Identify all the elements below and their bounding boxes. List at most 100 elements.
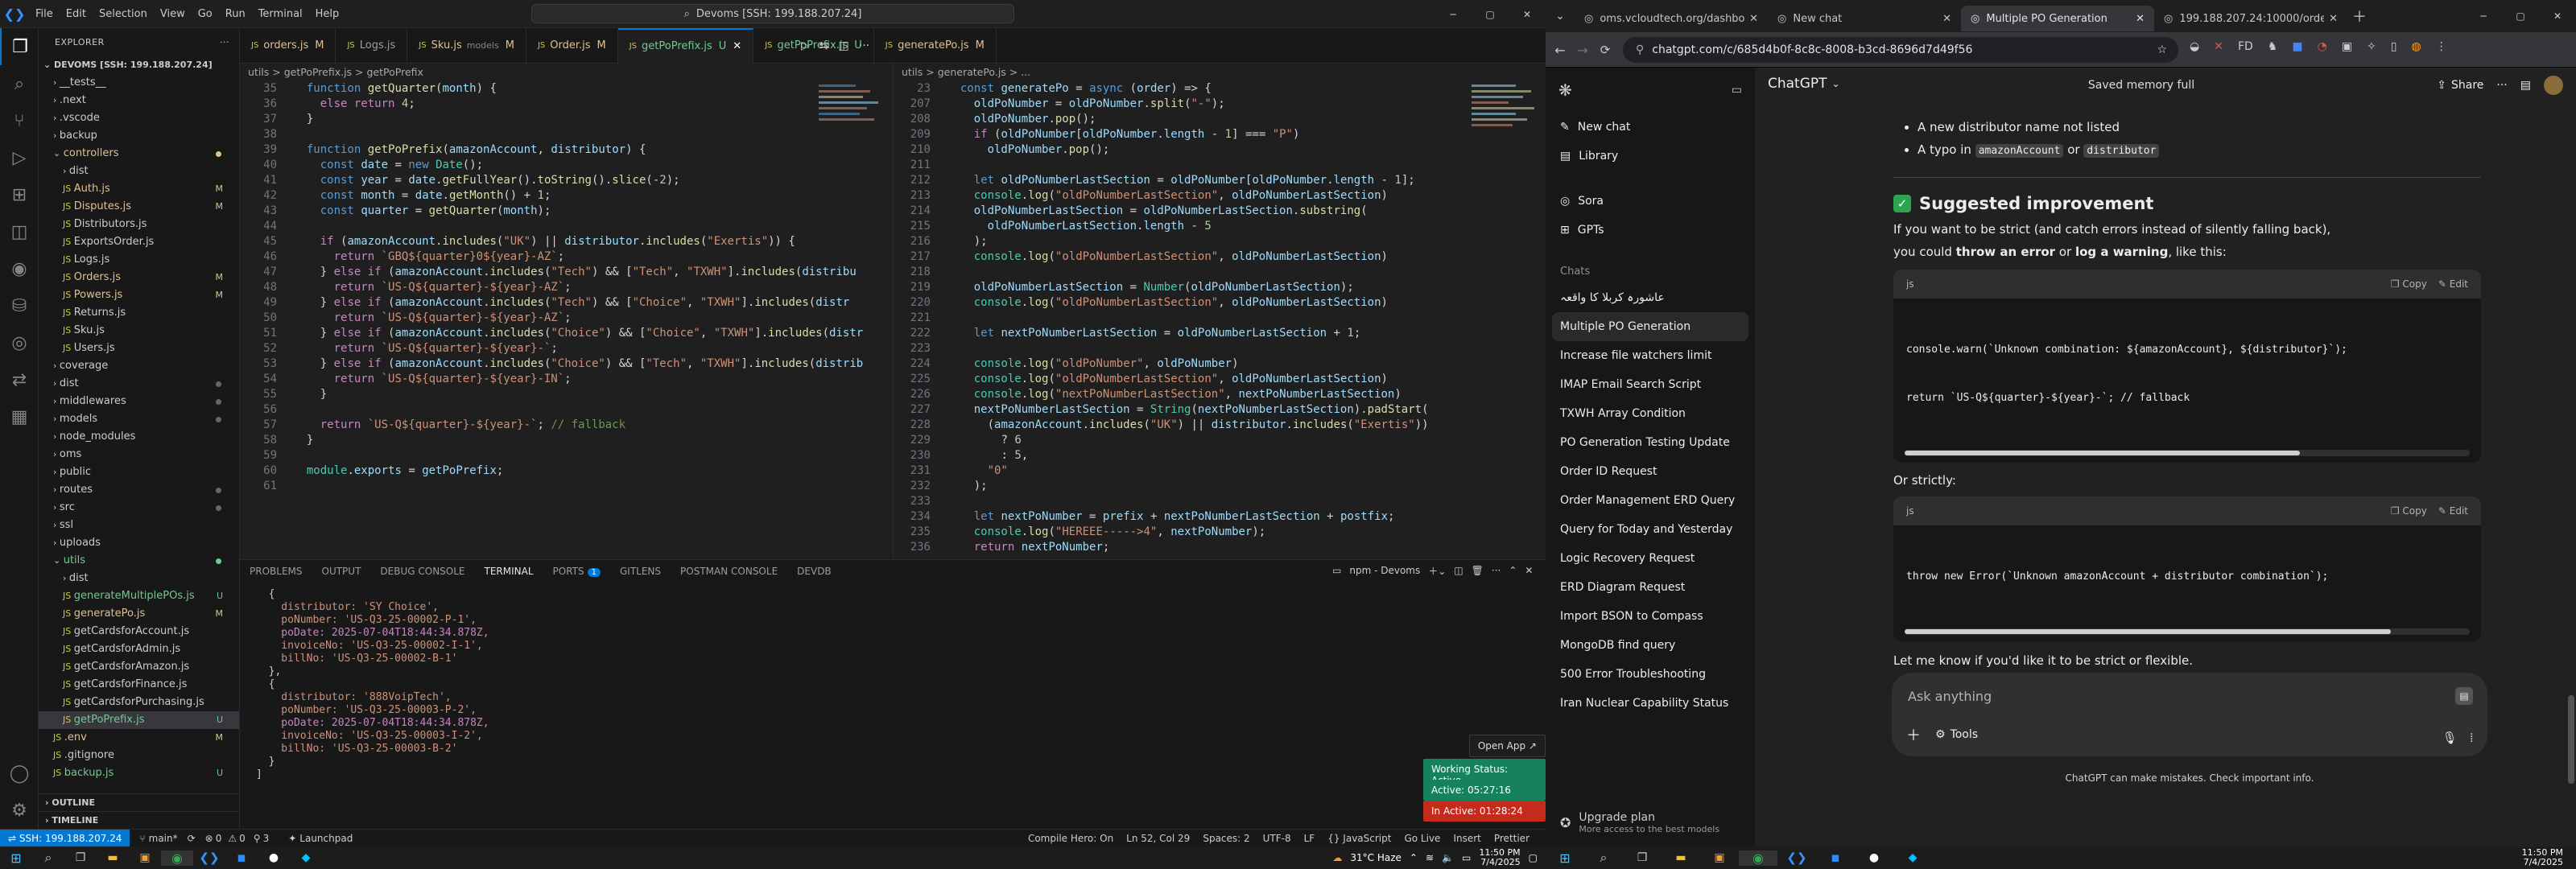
browser-tab[interactable]: ◎ Multiple PO Generation ✕ (1961, 6, 2154, 31)
sidepanel-icon[interactable]: ▯ (2391, 40, 2397, 53)
windows-start-icon[interactable]: ⊞ (0, 850, 32, 866)
tree-file[interactable]: JS getCardsforAccount.js (39, 623, 239, 640)
close-sidebar-icon[interactable]: ▭ (1732, 84, 1742, 97)
tree-file[interactable]: JS getCardsforPurchasing.js (39, 694, 239, 711)
chat-history-item[interactable]: Order ID Request (1546, 457, 1755, 486)
app2-icon[interactable]: ◆ (1893, 851, 1932, 864)
clock[interactable]: 11:50 PM 7/4/2025 (2522, 848, 2576, 867)
trash-icon[interactable]: 🗑 (1472, 565, 1484, 576)
voice-mode-icon[interactable]: ⦙ (2471, 731, 2473, 745)
tree-file[interactable]: JS Distributors.js (39, 216, 239, 233)
tree-folder[interactable]: › middlewares (39, 393, 239, 410)
terminal[interactable]: { distributor: 'SY Choice', poNumber: 'U… (240, 582, 1546, 829)
extension-7-icon[interactable]: ▣ (2342, 40, 2352, 53)
minimize-icon[interactable]: ─ (1435, 0, 1472, 28)
add-attachment-icon[interactable]: ＋ (1906, 724, 1921, 745)
compare-icon[interactable]: ⇆ (819, 39, 829, 52)
composer-extension-icon[interactable]: ▤ (2455, 687, 2473, 705)
status-item[interactable]: Spaces: 2 (1203, 833, 1249, 844)
minimap-left[interactable] (819, 81, 893, 194)
temporary-chat-icon[interactable]: ▤ (2520, 79, 2531, 92)
vscode-icon[interactable]: ❮❯ (193, 850, 225, 865)
tree-file[interactable]: JS Logs.js (39, 251, 239, 269)
status-item[interactable]: Prettier (1494, 833, 1530, 844)
status-item[interactable]: Ln 52, Col 29 (1126, 833, 1190, 844)
editor-tab[interactable]: JS Logs.js (336, 27, 408, 64)
tree-file[interactable]: JS generatePo.js M (39, 605, 239, 623)
panel-tab-debug-console[interactable]: DEBUG CONSOLE (370, 560, 474, 583)
menu-icon[interactable]: ⋮ (2436, 40, 2447, 53)
upgrade-plan-button[interactable]: ✪ Upgrade plan More access to the best m… (1552, 803, 1748, 842)
tree-file[interactable]: JS getCardsforAdmin.js (39, 640, 239, 658)
tree-file[interactable]: JS .env M (39, 729, 239, 747)
code-scrollbar[interactable] (1905, 628, 2470, 635)
more-icon[interactable]: ··· (2496, 79, 2507, 92)
avatar[interactable] (2544, 76, 2563, 95)
editor-tab[interactable]: JS generatePo.js M (874, 27, 997, 64)
menu-item-go[interactable]: Go (192, 0, 219, 28)
panel-tab-terminal[interactable]: TERMINAL (474, 560, 543, 583)
maximize-panel-icon[interactable]: ⌃ (1509, 565, 1517, 576)
close-tab-icon[interactable]: ✕ (2136, 13, 2145, 25)
extensions-icon[interactable]: ⊞ (0, 176, 39, 213)
status-item[interactable]: {} JavaScript (1327, 833, 1391, 844)
status-item[interactable]: Compile Hero: On (1028, 833, 1113, 844)
tree-folder[interactable]: › __tests__ (39, 74, 239, 92)
site-info-icon[interactable]: ⚲ (1636, 43, 1644, 56)
panel-tab-devdb[interactable]: DEVDB (787, 560, 841, 583)
status-item[interactable]: UTF-8 (1263, 833, 1291, 844)
minimap-right[interactable] (1472, 81, 1546, 226)
store-icon[interactable]: ▣ (129, 851, 161, 864)
gpts-button[interactable]: ⊞ GPTs (1546, 216, 1755, 245)
task-view-icon[interactable]: ❐ (1623, 851, 1662, 864)
page-scrollbar[interactable] (2568, 695, 2574, 784)
menu-item-file[interactable]: File (29, 0, 60, 28)
menu-item-run[interactable]: Run (219, 0, 252, 28)
tree-file[interactable]: JS generateMultiplePOs.js U (39, 587, 239, 605)
chat-history-item[interactable]: Multiple PO Generation (1552, 312, 1748, 341)
tree-file[interactable]: JS Disputes.js M (39, 198, 239, 216)
panel-tab-output[interactable]: OUTPUT (312, 560, 371, 583)
code-left[interactable]: 35 function getQuarter(month) {36 else r… (240, 81, 893, 494)
clock[interactable]: 11:50 PM 7/4/2025 (1479, 848, 1520, 867)
tree-file[interactable]: JS Returns.js (39, 304, 239, 322)
editor-tab[interactable]: JS Sku.js models M (407, 27, 526, 64)
tools-button[interactable]: ⚙ Tools (1935, 728, 1978, 741)
code-scrollbar[interactable] (1905, 450, 2470, 456)
sync-icon[interactable]: ⟳ (188, 833, 196, 844)
extension-2-icon[interactable]: ✕ (2214, 40, 2223, 53)
search-icon[interactable]: ⌕ (0, 65, 39, 102)
file-explorer-icon[interactable]: ▬ (1662, 851, 1700, 864)
database-icon[interactable]: ⛁ (0, 287, 39, 324)
vscode-icon[interactable]: ❮❯ (1777, 850, 1816, 865)
extension-4-icon[interactable]: ♞ (2268, 40, 2278, 53)
close-tab-icon[interactable]: ✕ (733, 40, 741, 52)
copy-button[interactable]: ❐ Copy (2391, 273, 2427, 295)
tree-file[interactable]: JS ExportsOrder.js (39, 233, 239, 251)
branch-label[interactable]: main* (149, 833, 178, 844)
close-tab-icon[interactable]: ✕ (1749, 13, 1758, 25)
new-tab-icon[interactable]: ＋ (2347, 6, 2372, 27)
extension-3-icon[interactable]: FD (2238, 40, 2253, 53)
task-view-icon[interactable]: ❐ (64, 851, 97, 864)
chat-history-item[interactable]: Query for Today and Yesterday (1546, 515, 1755, 544)
more-actions-icon[interactable]: ··· (220, 28, 229, 56)
zoom-icon[interactable]: ◼ (1816, 852, 1855, 864)
chat-history-item[interactable]: IMAP Email Search Script (1546, 370, 1755, 399)
notification-icon[interactable]: ▢ (1529, 852, 1538, 863)
bookmark-star-icon[interactable]: ☆ (2157, 43, 2167, 56)
composer-input[interactable]: Ask anything (1908, 689, 1992, 704)
menu-item-terminal[interactable]: Terminal (252, 0, 309, 28)
tree-folder[interactable]: › dist (39, 375, 239, 393)
tree-folder[interactable]: › coverage (39, 357, 239, 375)
settings-gear-icon[interactable]: ⚙ (0, 792, 39, 829)
extension-6-icon[interactable]: ◔ (2318, 40, 2327, 53)
copy-button[interactable]: ❐ Copy (2391, 500, 2427, 522)
close-tab-icon[interactable]: ✕ (1942, 13, 1951, 25)
explorer-icon[interactable]: ❐ (0, 28, 39, 65)
status-item[interactable]: Go Live (1404, 833, 1440, 844)
search-icon[interactable]: ⌕ (1584, 850, 1623, 866)
editor-tab[interactable]: JS Order.js M (526, 27, 618, 64)
run-debug-icon[interactable]: ▷ (0, 139, 39, 176)
terminal-name[interactable]: npm - Devoms (1349, 565, 1420, 576)
